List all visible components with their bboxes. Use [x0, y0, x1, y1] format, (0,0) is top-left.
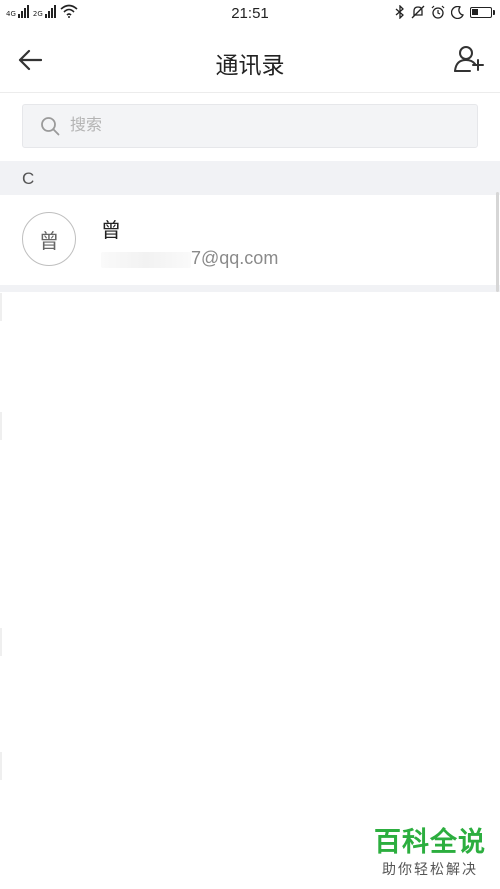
section-letter: C [22, 169, 35, 188]
contact-email-visible: 7@qq.com [191, 248, 279, 268]
watermark-subtitle: 助你轻松解决 [382, 861, 478, 877]
status-icons [395, 5, 495, 19]
email-redaction-mask [101, 252, 191, 268]
edge-mark [0, 293, 2, 321]
search-bar [22, 104, 478, 148]
battery-level [472, 8, 478, 15]
edge-mark [0, 752, 2, 780]
contact-name: 曾 [101, 220, 121, 242]
watermark-title: 百科全说 [374, 827, 486, 857]
bell-muted-icon [411, 5, 425, 19]
moon-icon [451, 5, 464, 19]
contact-row[interactable]: 曾 曾 7@qq.com [0, 195, 500, 285]
bluetooth-icon [395, 5, 404, 19]
add-user-icon [454, 46, 484, 72]
app-header: 通讯录 [0, 28, 500, 93]
page-title: 通讯录 [215, 52, 285, 78]
scrollbar[interactable] [496, 192, 499, 292]
add-contact-button[interactable] [452, 42, 488, 76]
avatar: 曾 [22, 212, 76, 266]
search-icon [41, 117, 60, 136]
list-divider [0, 285, 500, 292]
status-bar: 4G 2G 21:51 [0, 0, 500, 28]
search-box[interactable] [22, 104, 478, 148]
alarm-icon [431, 5, 445, 19]
edge-mark [0, 412, 2, 440]
search-input[interactable] [68, 116, 452, 136]
battery-icon [470, 6, 495, 18]
watermark: 百科全说 助你轻松解决 [374, 827, 486, 879]
edge-mark [0, 628, 2, 656]
section-header-c: C [0, 161, 500, 195]
